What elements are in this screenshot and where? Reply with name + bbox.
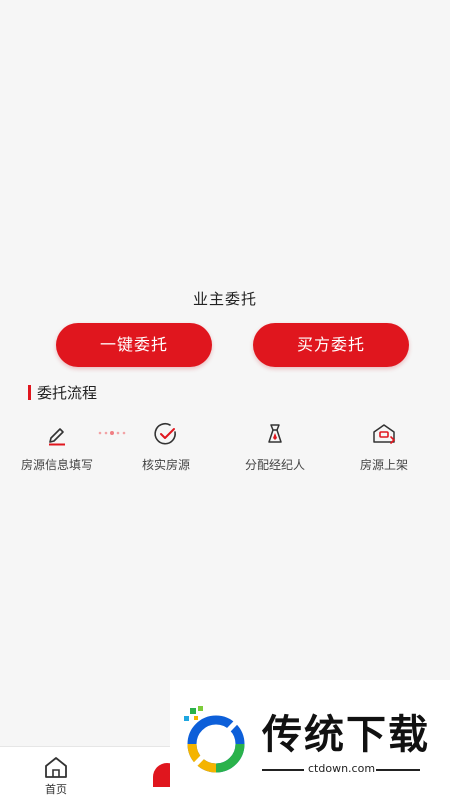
watermark-url: ctdown.com — [308, 762, 376, 775]
watermark-logo-icon — [184, 706, 246, 774]
step-label: 核实房源 — [141, 458, 190, 472]
page-title: 业主委托 — [192, 290, 257, 308]
tab-home-label: 首页 — [45, 783, 67, 796]
pencil-icon — [49, 428, 65, 446]
section-accent-bar — [28, 384, 31, 400]
tab-home[interactable]: 首页 — [38, 755, 74, 797]
step-label: 房源信息填写 — [20, 458, 93, 472]
check-circle-icon — [154, 422, 176, 445]
step-verify: 核实房源 — [111, 420, 221, 473]
step-listing: 房源上架 — [329, 420, 439, 473]
buyer-entrust-button[interactable]: 买方委托 — [253, 323, 409, 367]
step-assign-agent: 分配经纪人 — [220, 420, 330, 473]
section-title: 委托流程 — [37, 383, 98, 402]
watermark-divider-right — [376, 769, 420, 771]
step-label: 分配经纪人 — [244, 458, 305, 472]
one-key-entrust-button[interactable]: 一键委托 — [56, 323, 212, 367]
home-icon — [45, 757, 67, 778]
section-header: 委托流程 — [28, 381, 97, 403]
agent-icon — [268, 424, 282, 443]
house-listing-icon — [373, 424, 396, 444]
watermark-divider-left — [262, 769, 304, 771]
step-label: 房源上架 — [359, 458, 408, 472]
watermark: 传统下载 ctdown.com — [170, 680, 450, 800]
watermark-brand: 传统下载 — [262, 712, 430, 758]
step-fill-info: 房源信息填写 — [2, 420, 112, 473]
